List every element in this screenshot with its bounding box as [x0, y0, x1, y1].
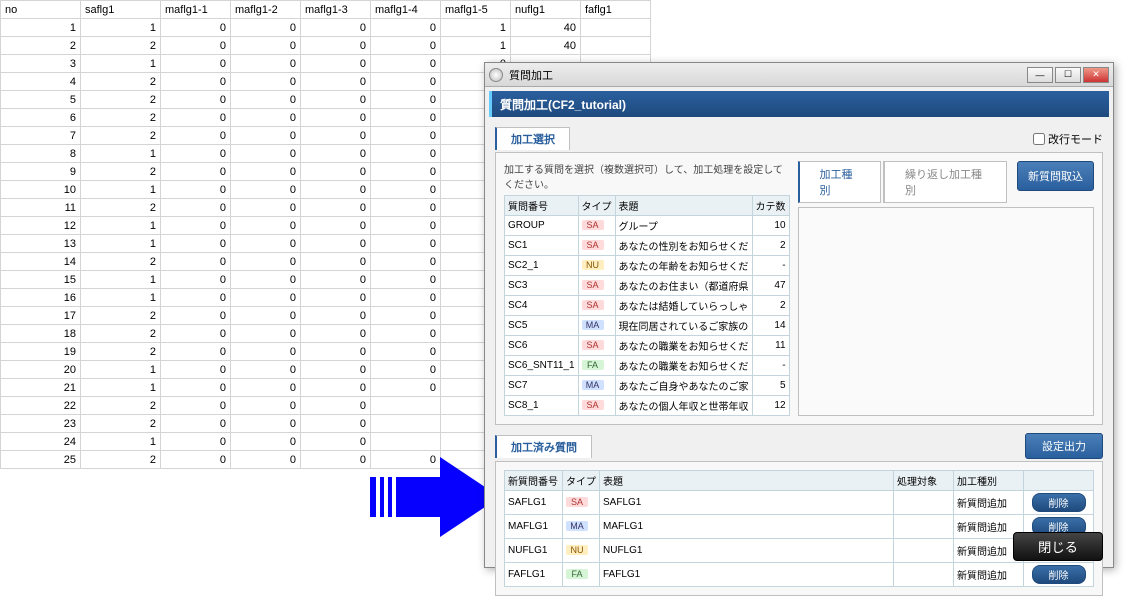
processed-question-grid[interactable]: 新質問番号タイプ表題処理対象加工種別 SAFLG1SASAFLG1新質問追加削除…	[504, 470, 1094, 587]
list-item[interactable]: SC4SAあなたは結婚していらっしゃ2	[505, 296, 790, 316]
delete-button[interactable]: 削除	[1032, 565, 1086, 584]
newline-mode-checkbox[interactable]: 改行モード	[1033, 131, 1103, 147]
col-header[interactable]: maflg1-1	[161, 1, 231, 19]
list-item[interactable]: FAFLG1FAFAFLG1新質問追加削除	[505, 563, 1094, 587]
minimize-button[interactable]: —	[1027, 67, 1053, 83]
list-item[interactable]: SC8_1SAあなたの個人年収と世帯年収12	[505, 396, 790, 416]
new-question-import-button[interactable]: 新質問取込	[1017, 161, 1094, 191]
source-question-grid[interactable]: 質問番号タイプ表題カテ数 GROUPSAグループ10SC1SAあなたの性別をお知…	[504, 195, 790, 416]
list-item[interactable]: SC6_SNT11_1FAあなたの職業をお知らせくだ-	[505, 356, 790, 376]
col-header[interactable]: saflg1	[81, 1, 161, 19]
list-item[interactable]: SC3SAあなたのお住まい（都道府県47	[505, 276, 790, 296]
list-item[interactable]: SAFLG1SASAFLG1新質問追加削除	[505, 491, 1094, 515]
dialog-header: 質問加工(CF2_tutorial)	[489, 91, 1109, 117]
section-done-tab: 加工済み質問	[495, 435, 592, 458]
col-header[interactable]: maflg1-4	[371, 1, 441, 19]
list-item[interactable]: SC6SAあなたの職業をお知らせくだ11	[505, 336, 790, 356]
maximize-button[interactable]: ☐	[1055, 67, 1081, 83]
titlebar[interactable]: 質問加工 — ☐ ✕	[485, 63, 1113, 87]
close-button[interactable]: ✕	[1083, 67, 1109, 83]
table-row[interactable]: 110000140	[1, 19, 651, 37]
export-settings-button[interactable]: 設定出力	[1025, 433, 1103, 459]
delete-button[interactable]: 削除	[1032, 493, 1086, 512]
close-dialog-button[interactable]: 閉じる	[1013, 532, 1103, 561]
col-header[interactable]: faflg1	[581, 1, 651, 19]
window-title: 質問加工	[509, 67, 553, 83]
col-header[interactable]: maflg1-5	[441, 1, 511, 19]
list-item[interactable]: SC7MAあなたご自身やあなたのご家5	[505, 376, 790, 396]
list-item[interactable]: GROUPSAグループ10	[505, 216, 790, 236]
app-icon	[489, 68, 503, 82]
tab-kind[interactable]: 加工種別	[798, 161, 881, 203]
arrow-icon	[370, 452, 500, 542]
table-row[interactable]: 220000140	[1, 37, 651, 55]
list-item[interactable]: MAFLG1MAMAFLG1新質問追加削除	[505, 515, 1094, 539]
list-item[interactable]: SC5MA現在同居されているご家族の14	[505, 316, 790, 336]
tab-repeat-kind[interactable]: 繰り返し加工種別	[883, 161, 1007, 203]
list-item[interactable]: SC1SAあなたの性別をお知らせくだ2	[505, 236, 790, 256]
col-header[interactable]: maflg1-3	[301, 1, 371, 19]
section-select-tab: 加工選択	[495, 127, 570, 150]
list-item[interactable]: SC2_1NUあなたの年齢をお知らせくだ-	[505, 256, 790, 276]
hint-text: 加工する質問を選択（複数選択可）して、加工処理を設定してください。	[504, 161, 790, 191]
list-item[interactable]: NUFLG1NUNUFLG1新質問追加削除	[505, 539, 1094, 563]
col-header[interactable]: maflg1-2	[231, 1, 301, 19]
col-header[interactable]: no	[1, 1, 81, 19]
dialog-window: 質問加工 — ☐ ✕ 質問加工(CF2_tutorial) 加工選択 改行モード…	[484, 62, 1114, 568]
kind-panel	[798, 207, 1094, 416]
col-header[interactable]: nuflg1	[511, 1, 581, 19]
